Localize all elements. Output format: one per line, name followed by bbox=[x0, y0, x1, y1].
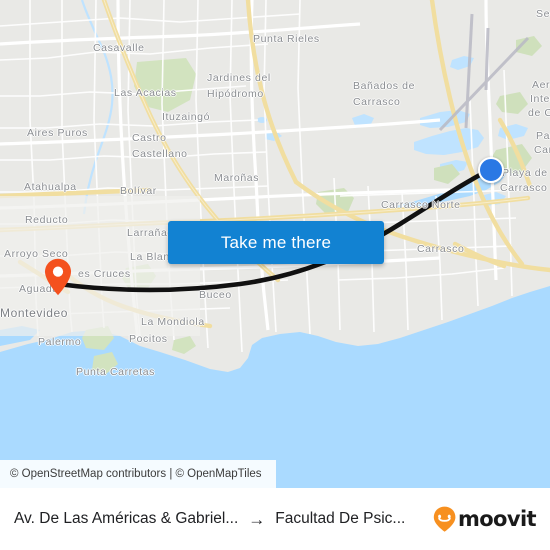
moovit-trip-map-card: Punta Rieles Casavalle Las Acacias Jardines… bbox=[0, 0, 550, 550]
moovit-wordmark: moovit bbox=[457, 507, 537, 531]
take-me-there-button[interactable]: Take me there bbox=[168, 221, 384, 264]
origin-label[interactable]: Av. De Las Américas & Gabriel... bbox=[14, 510, 238, 528]
moovit-logo[interactable]: moovit bbox=[433, 506, 537, 532]
map-pin-icon bbox=[45, 258, 71, 296]
destination-label[interactable]: Facultad De Psic... bbox=[275, 510, 405, 528]
destination-marker-pin[interactable] bbox=[44, 258, 72, 296]
moovit-pin-icon bbox=[433, 506, 456, 532]
trip-footer-bar: Av. De Las Américas & Gabriel... → Facul… bbox=[0, 488, 550, 550]
origin-marker-dot[interactable] bbox=[478, 157, 504, 183]
trip-endpoints: Av. De Las Américas & Gabriel... → Facul… bbox=[14, 510, 423, 528]
arrow-right-icon: → bbox=[248, 509, 266, 529]
map-attribution: © OpenStreetMap contributors | © OpenMap… bbox=[0, 460, 276, 488]
attribution-text[interactable]: © OpenStreetMap contributors | © OpenMap… bbox=[10, 468, 262, 480]
map-canvas[interactable]: Punta Rieles Casavalle Las Acacias Jardines… bbox=[0, 0, 550, 488]
